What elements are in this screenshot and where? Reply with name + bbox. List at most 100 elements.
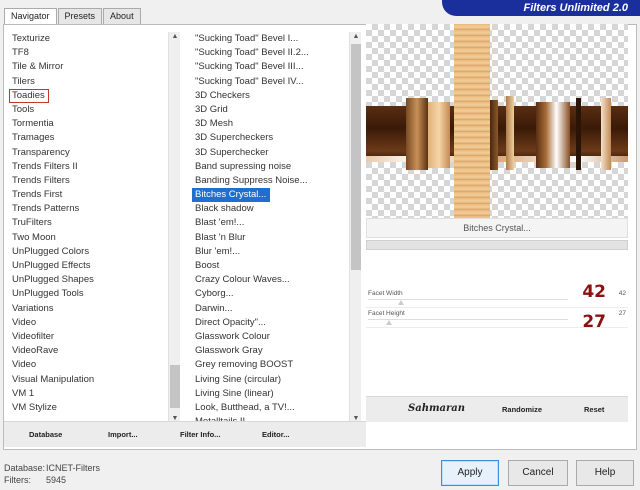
filter-item[interactable]: Boost	[192, 260, 219, 271]
filter-item[interactable]: Blast 'em!...	[192, 217, 244, 228]
category-item[interactable]: UnPlugged Shapes	[9, 274, 94, 285]
selected-filter-title: Bitches Crystal...	[366, 218, 628, 238]
scroll-thumb[interactable]	[351, 44, 361, 270]
param-label: Facet Width	[368, 290, 403, 297]
filter-item[interactable]: "Sucking Toad" Bevel II.2...	[192, 47, 309, 58]
parameter-panel: Facet Width 42 42 Facet Height 27 27	[366, 256, 628, 396]
category-item[interactable]: Two Moon	[9, 232, 56, 243]
category-item[interactable]: UnPlugged Effects	[9, 260, 91, 271]
category-item[interactable]: VM Stylize	[9, 402, 57, 413]
category-item[interactable]: Tormentia	[9, 118, 54, 129]
filter-item[interactable]: Grey removing BOOST	[192, 359, 293, 370]
filter-item[interactable]: Crazy Colour Waves...	[192, 274, 290, 285]
slider-thumb-icon[interactable]	[398, 297, 404, 305]
editor-button[interactable]: Editor...	[262, 430, 290, 439]
category-item[interactable]: Variations	[9, 303, 54, 314]
category-item[interactable]: Trends Filters	[9, 175, 70, 186]
filter-item[interactable]: 3D Checkers	[192, 90, 250, 101]
filter-item[interactable]: Black shadow	[192, 203, 254, 214]
category-item[interactable]: Tilers	[9, 76, 35, 87]
category-item[interactable]: TruFilters	[9, 217, 52, 228]
param-facet-width[interactable]: Facet Width 42 42	[366, 282, 628, 308]
filter-item[interactable]: "Sucking Toad" Bevel IV...	[192, 76, 304, 87]
category-item[interactable]: Tile & Mirror	[9, 61, 63, 72]
category-item[interactable]: TF8	[9, 47, 29, 58]
import-button[interactable]: Import...	[108, 430, 138, 439]
category-item[interactable]: Trends Patterns	[9, 203, 79, 214]
filter-item[interactable]: Living Sine (circular)	[192, 374, 281, 385]
filter-item[interactable]: Glasswork Colour	[192, 331, 270, 342]
tab-presets[interactable]: Presets	[57, 8, 103, 24]
filters-label: Filters:	[4, 475, 31, 485]
filter-item[interactable]: Look, Butthead, a TV!...	[192, 402, 295, 413]
param-small-value: 42	[618, 290, 626, 297]
preview-toolbar: Sahmaran Randomize Reset	[366, 396, 628, 422]
tab-navigator[interactable]: Navigator	[4, 8, 57, 25]
filter-item[interactable]: Living Sine (linear)	[192, 388, 274, 399]
param-value: 27	[582, 312, 606, 332]
filter-item[interactable]: 3D Superchecker	[192, 147, 268, 158]
filter-item[interactable]: Blast 'n Blur	[192, 232, 245, 243]
category-item[interactable]: Trends First	[9, 189, 62, 200]
filter-item[interactable]: "Sucking Toad" Bevel III...	[192, 61, 304, 72]
category-item[interactable]: Trends Filters II	[9, 161, 78, 172]
database-value: ICNET-Filters	[46, 463, 100, 473]
category-item[interactable]: Toadies	[9, 88, 49, 103]
category-item[interactable]: Transparency	[9, 147, 70, 158]
filter-item[interactable]: Darwin...	[192, 303, 232, 314]
category-item[interactable]: VideoRave	[9, 345, 58, 356]
category-item[interactable]: Video	[9, 359, 36, 370]
filter-item[interactable]: Banding Suppress Noise...	[192, 175, 307, 186]
scroll-up-icon[interactable]: ▲	[169, 32, 181, 42]
reset-button[interactable]: Reset	[584, 405, 604, 414]
scroll-thumb[interactable]	[170, 365, 180, 408]
progress-bar	[366, 240, 628, 250]
param-label: Facet Height	[368, 310, 405, 317]
filter-item[interactable]: 3D Grid	[192, 104, 228, 115]
filter-info-button[interactable]: Filter Info...	[180, 430, 220, 439]
app-title: Filters Unlimited 2.0	[523, 2, 628, 14]
apply-button[interactable]: Apply	[441, 460, 499, 486]
param-small-value: 27	[618, 310, 626, 317]
category-item[interactable]: UnPlugged Tools	[9, 288, 84, 299]
category-item[interactable]: UnPlugged Colors	[9, 246, 89, 257]
scroll-up-icon[interactable]: ▲	[350, 32, 362, 42]
slider-thumb-icon[interactable]	[386, 317, 393, 325]
tab-about[interactable]: About	[103, 8, 141, 24]
category-item[interactable]: VM 1	[9, 388, 34, 399]
category-scrollbar[interactable]: ▲ ▼	[168, 32, 180, 424]
filter-item[interactable]: 3D Mesh	[192, 118, 233, 129]
list-toolbar: Database Import... Filter Info... Editor…	[4, 421, 366, 447]
filter-item[interactable]: Glasswork Gray	[192, 345, 263, 356]
filters-count: 5945	[46, 475, 67, 485]
category-item[interactable]: Tools	[9, 104, 34, 115]
filter-preview	[366, 24, 628, 220]
filter-item[interactable]: Cyborg...	[192, 288, 234, 299]
category-list[interactable]: Texturize TF8 Tile & Mirror Tilers Toadies To…	[9, 32, 167, 424]
sahmaran-logo: Sahmaran	[408, 403, 466, 414]
filter-item[interactable]: "Sucking Toad" Bevel I...	[192, 33, 298, 44]
filter-item[interactable]: 3D Supercheckers	[192, 132, 273, 143]
tab-bar: Navigator Presets About	[4, 8, 142, 25]
randomize-button[interactable]: Randomize	[502, 405, 542, 414]
category-item[interactable]: Tramages	[9, 132, 54, 143]
filter-item[interactable]: Bitches Crystal...	[192, 188, 271, 203]
category-item[interactable]: Visual Manipulation	[9, 374, 94, 385]
database-label: Database:	[4, 463, 46, 473]
slider-track[interactable]	[368, 319, 568, 320]
category-item[interactable]: Texturize	[9, 33, 50, 44]
filter-scrollbar[interactable]: ▲ ▼	[349, 32, 361, 424]
category-item[interactable]: Videofilter	[9, 331, 54, 342]
database-button[interactable]: Database	[29, 430, 62, 439]
category-item[interactable]: Video	[9, 317, 36, 328]
help-button[interactable]: Help	[576, 460, 634, 486]
filter-list[interactable]: "Sucking Toad" Bevel I... "Sucking Toad" …	[192, 32, 348, 424]
filter-item[interactable]: Band supressing noise	[192, 161, 291, 172]
title-banner: Filters Unlimited 2.0	[442, 0, 640, 16]
filter-item[interactable]: Direct Opacity"...	[192, 317, 266, 328]
param-value: 42	[582, 282, 606, 302]
param-facet-height[interactable]: Facet Height 27 27	[366, 308, 628, 332]
cancel-button[interactable]: Cancel	[508, 460, 568, 486]
filter-item[interactable]: Blur 'em!...	[192, 246, 240, 257]
footer-info: Database:ICNET-Filters Filters: 5945	[4, 462, 100, 486]
